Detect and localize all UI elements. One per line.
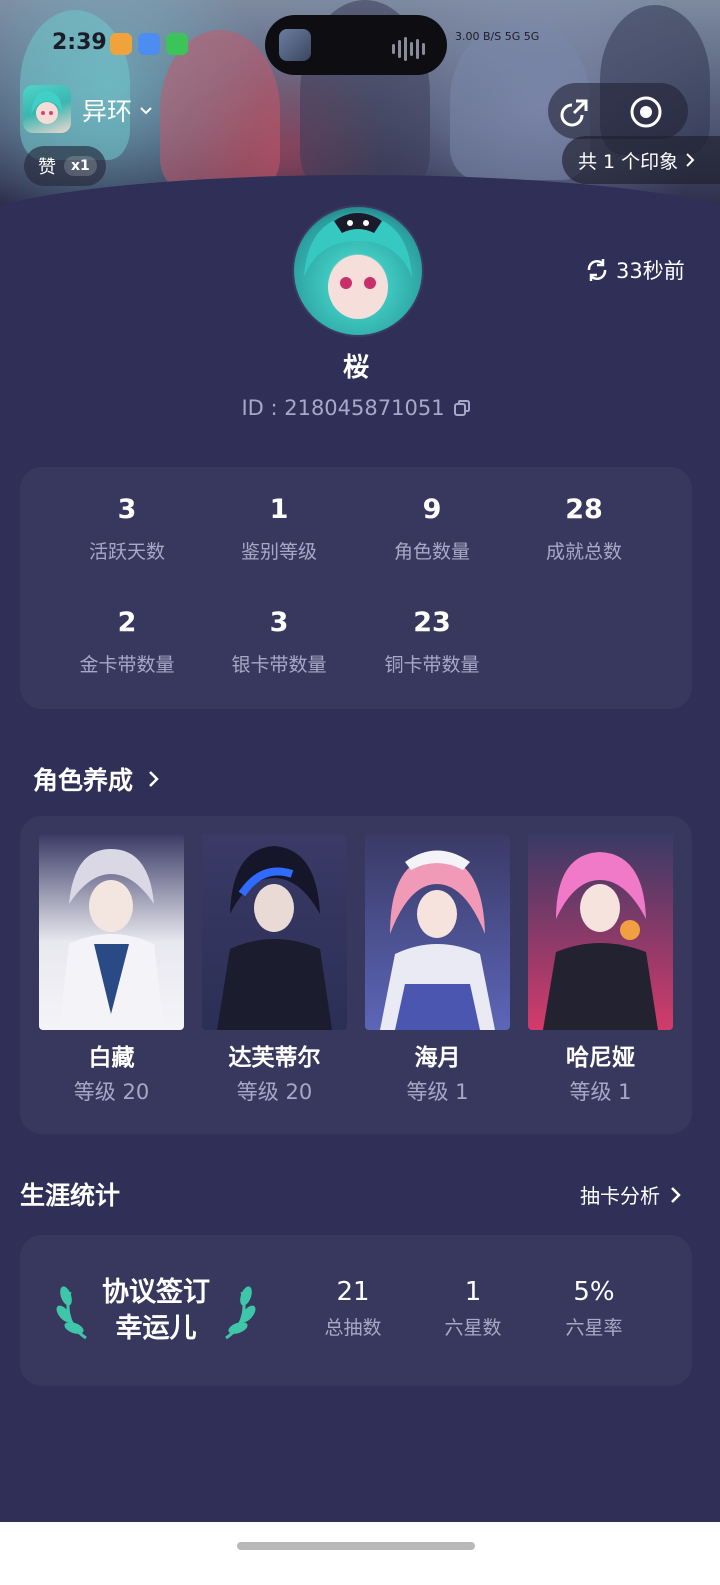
character-art <box>217 846 332 1030</box>
career-stat-value: 21 <box>336 1277 370 1307</box>
character-level: 等级 1 <box>406 1080 469 1104</box>
badge-line-1: 协议签订 <box>102 1277 210 1308</box>
like-label: 赞 <box>38 157 56 178</box>
character-portrait <box>365 834 510 1030</box>
character-card[interactable]: 海月 等级 1 <box>365 834 510 1106</box>
career-stat: 1 六星数 <box>418 1277 528 1340</box>
username: 桜 <box>342 353 369 383</box>
gacha-analysis-link[interactable]: 抽卡分析 <box>580 1180 682 1209</box>
gacha-analysis-label: 抽卡分析 <box>580 1184 660 1208</box>
character-art <box>59 849 164 1030</box>
refresh-button[interactable]: 33秒前 <box>584 255 685 285</box>
section-title: 生涯统计 <box>20 1181 121 1210</box>
stat-label: 活跃天数 <box>88 541 165 563</box>
stat-item: 2 金卡带数量 <box>51 607 203 677</box>
game-avatar-art <box>31 91 63 124</box>
stat-value: 23 <box>413 607 451 638</box>
career-badge: 协议签订 幸运儿 <box>92 1275 220 1347</box>
career-stat-label: 总抽数 <box>324 1317 382 1339</box>
impression-button[interactable]: 共 1 个印象 <box>562 136 720 184</box>
stat-item: 23 铜卡带数量 <box>356 607 508 677</box>
stat-label: 成就总数 <box>545 541 622 563</box>
game-name: 异环 <box>82 97 133 126</box>
like-button[interactable]: 赞 x1 <box>24 146 106 186</box>
status-time: 2:39 <box>52 30 107 55</box>
character-level: 等级 1 <box>569 1080 632 1104</box>
refresh-time: 33秒前 <box>616 259 685 283</box>
dynamic-island[interactable] <box>265 15 447 75</box>
media-thumbnail <box>279 29 311 61</box>
chevron-right-icon <box>149 771 159 787</box>
laurel-left-icon <box>56 1286 87 1340</box>
character-level: 等级 20 <box>236 1080 313 1104</box>
stat-value: 28 <box>565 494 603 525</box>
character-portrait <box>202 834 347 1030</box>
character-level: 等级 20 <box>73 1080 150 1104</box>
copy-icon[interactable] <box>453 399 471 417</box>
character-card[interactable]: 白藏 等级 20 <box>39 834 184 1106</box>
stat-item: 28 成就总数 <box>508 494 660 564</box>
game-switcher[interactable]: 异环 <box>82 92 154 128</box>
stat-value: 2 <box>117 607 137 638</box>
profile-avatar[interactable] <box>292 205 424 337</box>
record-icon[interactable] <box>628 94 664 130</box>
badge-line-2: 幸运儿 <box>115 1313 197 1344</box>
user-id: ID : 218045871051 <box>241 396 445 420</box>
status-signal-info: 3.00 B/S 5G 5G <box>455 30 540 43</box>
character-art <box>380 850 495 1030</box>
career-stat-label: 六星率 <box>565 1317 623 1339</box>
home-indicator[interactable] <box>237 1542 475 1550</box>
stat-value: 1 <box>269 494 289 525</box>
character-portrait <box>39 834 184 1030</box>
career-stat: 5% 六星率 <box>539 1277 649 1340</box>
career-section-header: 生涯统计 <box>20 1176 120 1212</box>
character-name: 海月 <box>414 1045 461 1071</box>
profile-avatar-art <box>304 213 412 319</box>
character-portrait <box>528 834 673 1030</box>
stat-value: 3 <box>117 494 137 525</box>
stat-item: 9 角色数量 <box>356 494 508 564</box>
career-stat: 21 总抽数 <box>298 1277 408 1340</box>
chevron-right-icon <box>671 1186 681 1203</box>
chevron-down-icon <box>140 107 152 115</box>
character-name: 达芙蒂尔 <box>228 1045 321 1071</box>
share-icon[interactable] <box>558 95 592 129</box>
character-section-header[interactable]: 角色养成 <box>33 761 161 797</box>
stat-label: 铜卡带数量 <box>384 654 480 676</box>
stat-label: 金卡带数量 <box>79 654 175 676</box>
stat-value: 9 <box>422 494 442 525</box>
career-stat-label: 六星数 <box>444 1317 502 1339</box>
character-card[interactable]: 哈尼娅 等级 1 <box>528 834 673 1106</box>
top-actions <box>548 83 688 139</box>
career-stat-value: 1 <box>464 1277 482 1307</box>
user-id-row: ID : 218045871051 <box>0 396 712 420</box>
stat-label: 角色数量 <box>393 541 470 563</box>
stat-item: 3 银卡带数量 <box>203 607 355 677</box>
game-avatar[interactable] <box>23 85 71 133</box>
status-notification-icons <box>110 33 188 55</box>
like-count: x1 <box>64 156 97 176</box>
audio-wave-icon <box>392 37 425 61</box>
stat-value: 3 <box>269 607 289 638</box>
stat-item: 1 鉴别等级 <box>203 494 355 564</box>
wechat-notification-icon <box>166 33 188 55</box>
character-name: 哈尼娅 <box>566 1045 635 1071</box>
stat-label: 鉴别等级 <box>240 541 317 563</box>
bottom-bar <box>0 1522 720 1585</box>
laurel-right-icon <box>225 1286 256 1340</box>
character-name: 白藏 <box>88 1045 135 1071</box>
section-title: 角色养成 <box>33 766 134 795</box>
character-card[interactable]: 达芙蒂尔 等级 20 <box>202 834 347 1106</box>
app-notification-icon <box>110 33 132 55</box>
chat-notification-icon <box>138 33 160 55</box>
chevron-right-icon <box>686 153 695 167</box>
character-art <box>543 852 658 1030</box>
impression-text: 共 1 个印象 <box>578 150 679 173</box>
stat-item: 3 活跃天数 <box>51 494 203 564</box>
career-stat-value: 5% <box>573 1277 615 1307</box>
stat-label: 银卡带数量 <box>231 654 327 676</box>
refresh-icon <box>587 259 607 281</box>
